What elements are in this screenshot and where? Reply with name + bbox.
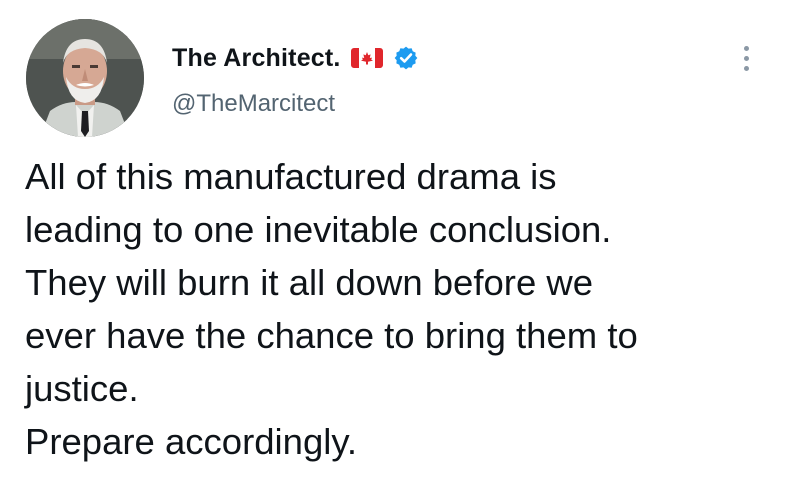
- display-name[interactable]: The Architect.: [172, 44, 341, 73]
- avatar[interactable]: [26, 19, 144, 137]
- tweet-text-line: ever have the chance to bring them to: [25, 315, 638, 356]
- tweet-header: The Architect. @TheMarcitect: [172, 40, 419, 118]
- tweet-text-line: They will burn it all down before we: [25, 262, 594, 303]
- tweet-text-line: All of this manufactured drama is: [25, 156, 557, 197]
- dot: [743, 65, 749, 71]
- tweet-text-line: Prepare accordingly.: [25, 421, 358, 462]
- dot: [743, 55, 749, 61]
- more-options-icon[interactable]: [726, 38, 766, 78]
- tweet-text: All of this manufactured drama is leadin…: [25, 150, 775, 468]
- user-handle[interactable]: @TheMarcitect: [172, 90, 419, 118]
- tweet-text-line: leading to one inevitable conclusion.: [25, 209, 612, 250]
- verified-badge-icon[interactable]: [393, 45, 419, 71]
- avatar-portrait-icon: [26, 19, 144, 137]
- canada-flag-icon: [350, 47, 383, 69]
- tweet-card: The Architect. @TheMarcitect All of this…: [0, 0, 792, 484]
- tweet-text-line: justice.: [25, 368, 139, 409]
- dot: [743, 45, 749, 51]
- name-row: The Architect.: [172, 40, 419, 76]
